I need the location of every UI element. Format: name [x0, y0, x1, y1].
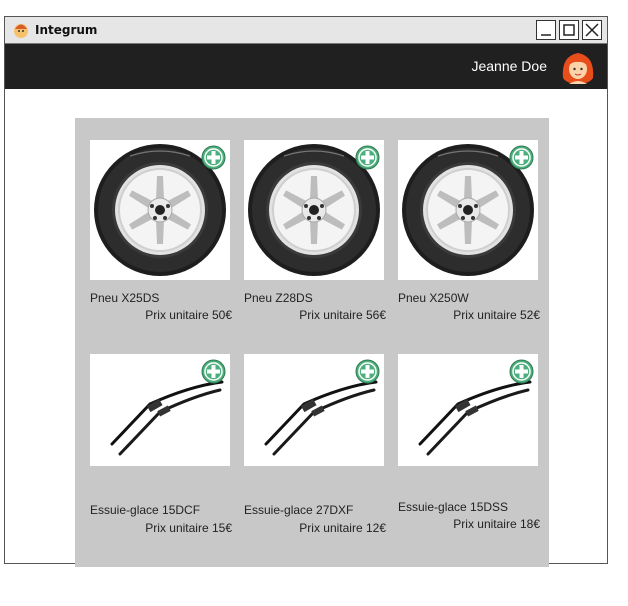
product-price: Prix unitaire 56€ — [299, 308, 386, 322]
minimize-icon — [541, 34, 551, 36]
product-name: Pneu X25DS — [90, 291, 160, 305]
maximize-icon — [563, 24, 575, 36]
app-logo-icon — [14, 24, 28, 38]
product-image[interactable] — [90, 354, 230, 466]
product-image[interactable] — [398, 140, 538, 280]
user-name[interactable]: Jeanne Doe — [471, 58, 547, 74]
product-name: Essuie-glace 27DXF — [244, 503, 354, 517]
app-header: Jeanne Doe — [5, 44, 607, 89]
product-image[interactable] — [90, 140, 230, 280]
product-name: Essuie-glace 15DCF — [90, 503, 201, 517]
product-grid: Pneu X25DS Prix unitaire 50€ Pneu Z28DS … — [75, 118, 549, 567]
add-to-cart-icon[interactable] — [509, 359, 534, 384]
product-name: Pneu Z28DS — [244, 291, 313, 305]
product-price: Prix unitaire 18€ — [453, 517, 540, 531]
add-to-cart-icon[interactable] — [355, 359, 380, 384]
product-image[interactable] — [244, 140, 384, 280]
add-to-cart-icon[interactable] — [201, 145, 226, 170]
product-name: Essuie-glace 15DSS — [398, 500, 509, 514]
close-button[interactable] — [582, 20, 602, 40]
add-to-cart-icon[interactable] — [201, 359, 226, 384]
maximize-button[interactable] — [559, 20, 579, 40]
add-to-cart-icon[interactable] — [355, 145, 380, 170]
minimize-button[interactable] — [536, 20, 556, 40]
product-price: Prix unitaire 52€ — [453, 308, 540, 322]
window-title: Integrum — [35, 23, 98, 37]
add-to-cart-icon[interactable] — [509, 145, 534, 170]
product-price: Prix unitaire 50€ — [145, 308, 232, 322]
app-window: Integrum Jeanne Doe Pneu X25DS Prix unit… — [4, 16, 608, 567]
product-price: Prix unitaire 12€ — [299, 521, 386, 535]
title-bar: Integrum — [5, 17, 607, 44]
product-image[interactable] — [244, 354, 384, 466]
product-name: Pneu X250W — [398, 291, 469, 305]
user-avatar-icon[interactable] — [559, 48, 597, 86]
product-price: Prix unitaire 15€ — [145, 521, 232, 535]
close-icon — [585, 23, 599, 37]
product-image[interactable] — [398, 354, 538, 466]
